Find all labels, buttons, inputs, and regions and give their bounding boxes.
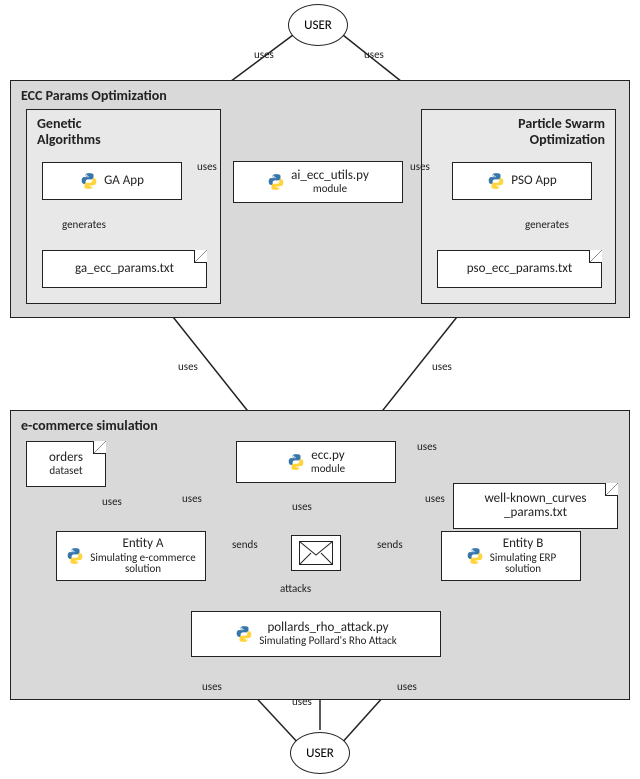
edge-attacks: attacks: [278, 582, 313, 595]
ai-utils-label: ai_ecc_utils.py: [291, 169, 369, 183]
edge-uses: uses: [408, 160, 432, 173]
ecc-py-node: ecc.py module: [236, 441, 396, 483]
ecc-opt-title: ECC Params Optimization: [21, 87, 167, 104]
edge-uses: uses: [395, 680, 419, 693]
edge-generates: generates: [523, 218, 571, 231]
entity-a-label: Entity A: [90, 537, 195, 551]
edge-uses: uses: [290, 500, 314, 513]
edge-sends: sends: [375, 538, 405, 551]
ai-utils-sub: module: [291, 183, 369, 195]
orders-dataset-doc: orders dataset: [26, 441, 106, 487]
pso-params-label: pso_ecc_params.txt: [467, 262, 573, 276]
ga-params-label: ga_ecc_params.txt: [75, 262, 174, 276]
ai-ecc-utils-node: ai_ecc_utils.py module: [233, 161, 403, 203]
edge-uses: uses: [100, 495, 124, 508]
ecc-py-sub: module: [311, 463, 345, 475]
python-icon: [487, 172, 505, 190]
entity-b-sub: Simulating ERP solution: [490, 552, 556, 575]
edge-uses: uses: [176, 360, 200, 373]
edge-uses: uses: [423, 492, 447, 505]
well-known-curves-doc: well-known_curves _params.txt: [453, 483, 618, 529]
pso-title: Particle Swarm Optimization: [518, 116, 605, 148]
orders-sub: dataset: [49, 465, 82, 477]
user-top: USER: [288, 4, 348, 46]
edge-uses: uses: [430, 360, 454, 373]
ga-params-doc: ga_ecc_params.txt: [42, 250, 207, 288]
edge-uses: uses: [362, 48, 386, 61]
ga-app-node: GA App: [42, 162, 182, 200]
pso-app-node: PSO App: [452, 162, 592, 200]
orders-label: orders: [49, 451, 83, 465]
python-icon: [466, 547, 484, 565]
python-icon: [287, 453, 305, 471]
edge-uses: uses: [252, 48, 276, 61]
pollard-node: pollards_rho_attack.py Simulating Pollar…: [191, 611, 441, 657]
python-icon: [267, 173, 285, 191]
edge-uses: uses: [200, 680, 224, 693]
pso-params-doc: pso_ecc_params.txt: [437, 250, 602, 288]
pollard-sub: Simulating Pollard's Rho Attack: [259, 635, 397, 647]
edge-generates: generates: [60, 218, 108, 231]
python-icon: [235, 625, 253, 643]
ecc-params-optimization-panel: ECC Params Optimization Genetic Algorith…: [10, 80, 630, 318]
ga-title: Genetic Algorithms: [37, 116, 101, 148]
curves-label: well-known_curves _params.txt: [484, 492, 586, 521]
envelope-icon: [291, 535, 341, 571]
genetic-algorithms-panel: Genetic Algorithms GA App ga_ecc_params.…: [26, 109, 221, 304]
entity-b-label: Entity B: [490, 537, 556, 551]
edge-uses: uses: [290, 695, 314, 708]
ecom-title: e-commerce simulation: [21, 417, 158, 434]
user-bottom: USER: [290, 732, 350, 774]
ga-app-label: GA App: [104, 174, 144, 188]
edge-uses: uses: [415, 440, 439, 453]
user-top-label: USER: [304, 18, 332, 33]
python-icon: [80, 172, 98, 190]
edge-sends: sends: [230, 538, 260, 551]
entity-b-node: Entity B Simulating ERP solution: [441, 531, 581, 581]
ecommerce-simulation-panel: e-commerce simulation orders dataset ecc…: [10, 410, 630, 700]
edge-uses: uses: [195, 160, 219, 173]
edge-uses: uses: [180, 492, 204, 505]
pso-app-label: PSO App: [511, 174, 556, 188]
entity-a-sub: Simulating e-commerce solution: [90, 552, 195, 575]
ecc-py-label: ecc.py: [311, 449, 345, 463]
entity-a-node: Entity A Simulating e-commerce solution: [56, 531, 206, 581]
pollard-label: pollards_rho_attack.py: [259, 621, 397, 635]
user-bottom-label: USER: [306, 746, 334, 761]
pso-panel: Particle Swarm Optimization PSO App pso_…: [421, 109, 616, 304]
python-icon: [66, 547, 84, 565]
